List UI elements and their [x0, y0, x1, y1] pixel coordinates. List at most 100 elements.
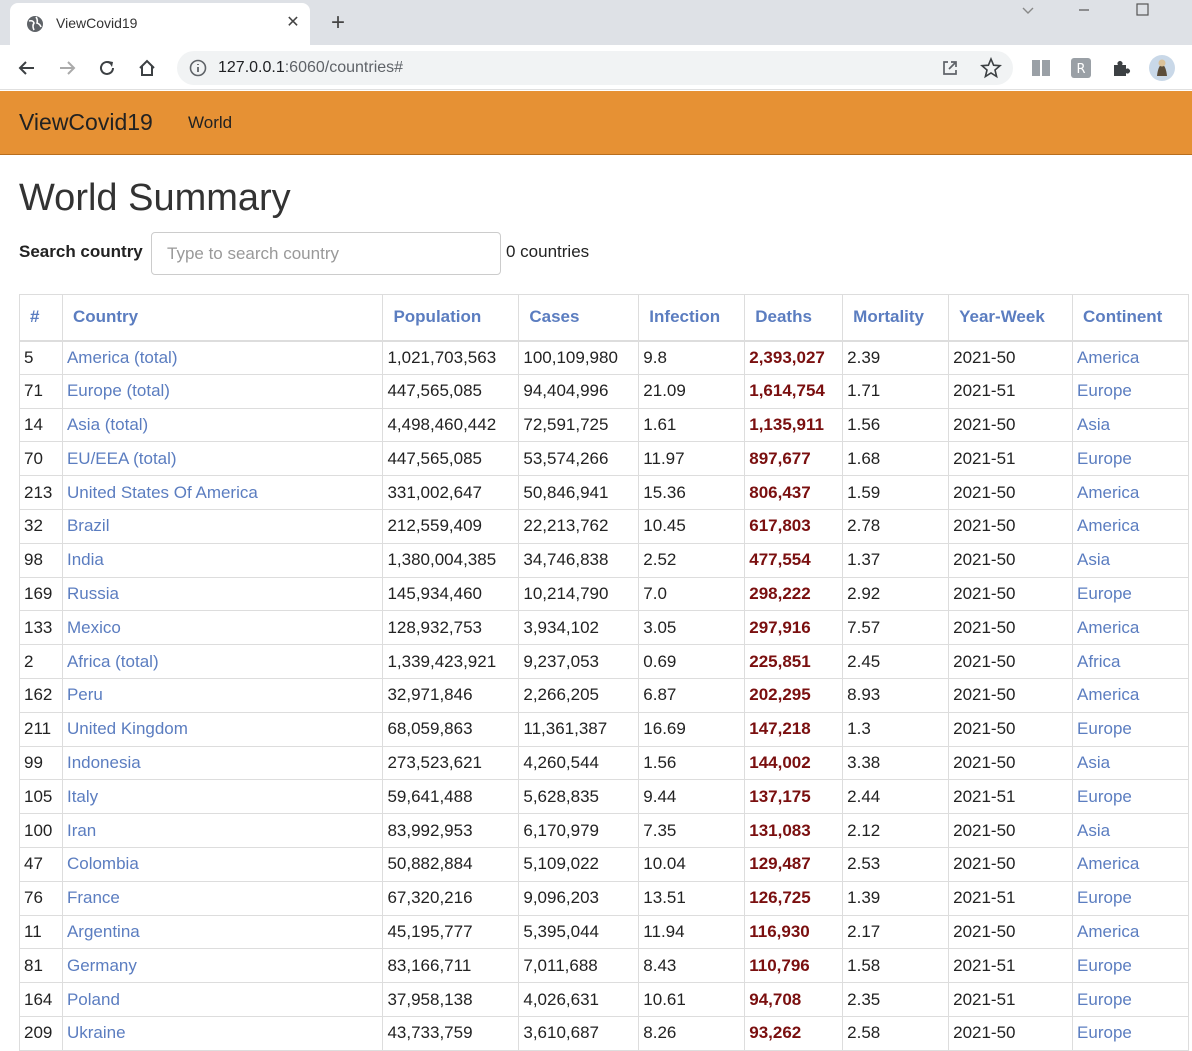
- table-row: 99 Indonesia 273,523,621 4,260,544 1.56 144,0…: [19, 745, 1189, 781]
- cell-country-link[interactable]: Africa (total): [61, 644, 384, 679]
- info-icon[interactable]: [189, 59, 207, 77]
- url-text[interactable]: 127.0.0.1:6060/countries#: [218, 59, 403, 77]
- cell-continent-link[interactable]: Asia: [1072, 542, 1189, 578]
- cell-infection: 21.09: [638, 373, 746, 409]
- cell-continent-link[interactable]: Asia: [1072, 407, 1189, 443]
- cell-mortality: 2.53: [842, 846, 950, 882]
- cell-country-link[interactable]: Russia: [61, 576, 384, 612]
- browser-toolbar: 127.0.0.1:6060/countries# R: [0, 45, 1192, 90]
- reading-list-icon[interactable]: [1030, 57, 1052, 79]
- column-header-cases[interactable]: Cases: [518, 294, 640, 342]
- cell-country-link[interactable]: Peru: [61, 677, 384, 713]
- cell-country-link[interactable]: United Kingdom: [61, 711, 384, 747]
- cell-continent-link[interactable]: Europe: [1072, 711, 1189, 747]
- column-header-infection[interactable]: Infection: [638, 294, 746, 342]
- profile-avatar-icon[interactable]: [1148, 54, 1176, 82]
- star-icon[interactable]: [980, 57, 1002, 79]
- cell-deaths: 110,796: [744, 948, 844, 984]
- cell-cases: 4,026,631: [518, 982, 640, 1017]
- column-header-number[interactable]: #: [19, 294, 63, 342]
- cell-country-link[interactable]: United States Of America: [61, 475, 384, 510]
- cell-continent-link[interactable]: America: [1072, 846, 1189, 882]
- table-row: 76 France 67,320,216 9,096,203 13.51 126,725 1…: [19, 880, 1189, 916]
- cell-deaths: 617,803: [744, 508, 844, 544]
- cell-country-link[interactable]: Argentina: [61, 914, 384, 950]
- cell-year-week: 2021-50: [948, 475, 1074, 510]
- column-header-deaths[interactable]: Deaths: [744, 294, 844, 342]
- cell-continent-link[interactable]: America: [1072, 508, 1189, 544]
- search-input[interactable]: [151, 232, 501, 275]
- share-icon[interactable]: [940, 58, 960, 78]
- cell-year-week: 2021-50: [948, 340, 1074, 375]
- cell-number: 105: [19, 779, 63, 815]
- reload-icon[interactable]: [92, 53, 122, 83]
- cell-mortality: 2.45: [842, 644, 950, 679]
- minimize-icon[interactable]: [1064, 2, 1104, 26]
- chevron-down-icon[interactable]: [1008, 2, 1048, 26]
- cell-continent-link[interactable]: Asia: [1072, 745, 1189, 781]
- cell-continent-link[interactable]: America: [1072, 677, 1189, 713]
- brand-logo[interactable]: ViewCovid19: [19, 109, 153, 136]
- cell-number: 211: [19, 711, 63, 747]
- cell-population: 1,380,004,385: [382, 542, 520, 578]
- nav-link-world[interactable]: World: [188, 113, 232, 133]
- cell-infection: 2.52: [638, 542, 746, 578]
- back-arrow-icon[interactable]: [12, 53, 42, 83]
- column-header-year-week[interactable]: Year-Week: [948, 294, 1074, 342]
- maximize-icon[interactable]: [1122, 2, 1162, 26]
- column-header-mortality[interactable]: Mortality: [842, 294, 950, 342]
- cell-country-link[interactable]: Germany: [61, 948, 384, 984]
- cell-country-link[interactable]: Mexico: [61, 610, 384, 646]
- extension-r-icon[interactable]: R: [1070, 57, 1092, 79]
- new-tab-button[interactable]: +: [324, 10, 352, 38]
- cell-infection: 8.26: [638, 1015, 746, 1051]
- browser-tab[interactable]: ViewCovid19 ✕: [10, 3, 310, 45]
- cell-continent-link[interactable]: Asia: [1072, 813, 1189, 848]
- cell-country-link[interactable]: EU/EEA (total): [61, 441, 384, 477]
- cell-infection: 3.05: [638, 610, 746, 646]
- cell-population: 447,565,085: [382, 373, 520, 409]
- cell-cases: 5,109,022: [518, 846, 640, 882]
- cell-continent-link[interactable]: Europe: [1072, 948, 1189, 984]
- cell-country-link[interactable]: Brazil: [61, 508, 384, 544]
- cell-country-link[interactable]: Europe (total): [61, 373, 384, 409]
- cell-number: 14: [19, 407, 63, 443]
- cell-country-link[interactable]: Asia (total): [61, 407, 384, 443]
- cell-continent-link[interactable]: America: [1072, 914, 1189, 950]
- cell-continent-link[interactable]: America: [1072, 475, 1189, 510]
- cell-continent-link[interactable]: Europe: [1072, 441, 1189, 477]
- cell-continent-link[interactable]: America: [1072, 340, 1189, 375]
- column-header-country[interactable]: Country: [61, 294, 384, 342]
- address-bar[interactable]: 127.0.0.1:6060/countries#: [177, 51, 1013, 85]
- cell-population: 50,882,884: [382, 846, 520, 882]
- cell-country-link[interactable]: Colombia: [61, 846, 384, 882]
- column-header-population[interactable]: Population: [382, 294, 520, 342]
- home-icon[interactable]: [132, 53, 162, 83]
- cell-continent-link[interactable]: Europe: [1072, 1015, 1189, 1051]
- column-header-continent[interactable]: Continent: [1072, 294, 1189, 342]
- cell-country-link[interactable]: Italy: [61, 779, 384, 815]
- cell-continent-link[interactable]: Europe: [1072, 576, 1189, 612]
- cell-continent-link[interactable]: Europe: [1072, 880, 1189, 916]
- puzzle-icon[interactable]: [1110, 57, 1132, 79]
- forward-arrow-icon[interactable]: [52, 53, 82, 83]
- cell-country-link[interactable]: Indonesia: [61, 745, 384, 781]
- table-row: 169 Russia 145,934,460 10,214,790 7.0 298,222…: [19, 576, 1189, 612]
- cell-country-link[interactable]: India: [61, 542, 384, 578]
- cell-country-link[interactable]: America (total): [61, 340, 384, 375]
- cell-country-link[interactable]: Ukraine: [61, 1015, 384, 1051]
- cell-continent-link[interactable]: Europe: [1072, 779, 1189, 815]
- cell-country-link[interactable]: France: [61, 880, 384, 916]
- cell-mortality: 2.58: [842, 1015, 950, 1051]
- cell-cases: 53,574,266: [518, 441, 640, 477]
- cell-infection: 1.56: [638, 745, 746, 781]
- close-tab-icon[interactable]: ✕: [282, 12, 304, 34]
- cell-continent-link[interactable]: Africa: [1072, 644, 1189, 679]
- cell-country-link[interactable]: Poland: [61, 982, 384, 1017]
- cell-continent-link[interactable]: Europe: [1072, 373, 1189, 409]
- cell-number: 133: [19, 610, 63, 646]
- cell-continent-link[interactable]: Europe: [1072, 982, 1189, 1017]
- cell-year-week: 2021-50: [948, 644, 1074, 679]
- cell-continent-link[interactable]: America: [1072, 610, 1189, 646]
- cell-country-link[interactable]: Iran: [61, 813, 384, 848]
